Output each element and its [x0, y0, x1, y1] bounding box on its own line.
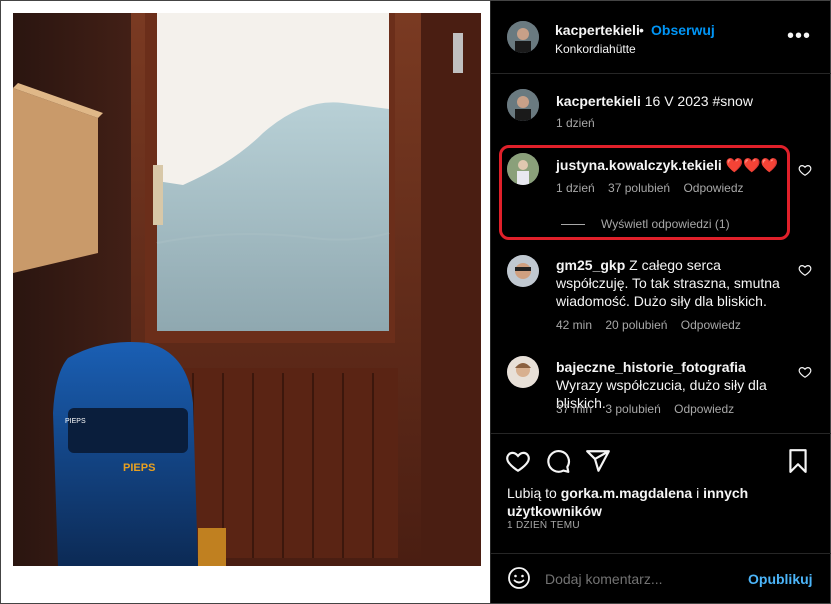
comment-composer: Opublikuj — [491, 553, 831, 603]
comment-username[interactable]: gm25_gkp — [556, 257, 625, 273]
comment-likes[interactable]: 3 polubień — [605, 402, 660, 416]
separator-dot: • — [639, 22, 644, 38]
heart-icon[interactable] — [798, 365, 812, 379]
comment-likes[interactable]: 37 polubień — [608, 181, 670, 195]
heart-icon[interactable] — [798, 163, 812, 177]
more-options-icon[interactable]: ••• — [787, 25, 811, 48]
likes-summary: Lubią to gorka.m.magdalena i innych użyt… — [507, 484, 807, 520]
comment-body: ❤️❤️❤️ — [725, 157, 778, 173]
post-photo-illustration: PIEPS PIEPS — [13, 13, 481, 566]
comment-text: gm25_gkp Z całego serca współczuję. To t… — [556, 256, 791, 310]
likes-prefix: Lubią to — [507, 485, 561, 501]
comment-avatar-image — [507, 356, 539, 388]
reply-button[interactable]: Odpowiedz — [683, 181, 743, 195]
comment-meta: 1 dzień 37 polubień Odpowiedz — [556, 181, 754, 195]
emoji-icon[interactable] — [507, 566, 531, 590]
photo-panel: PIEPS PIEPS — [1, 1, 490, 603]
post-location[interactable]: Konkordiahütte — [555, 42, 636, 56]
author-avatar-image — [507, 21, 539, 53]
caption-avatar[interactable] — [507, 89, 539, 121]
comment-icon[interactable] — [545, 448, 571, 474]
post-header: kacpertekieli • Obserwuj Konkordiahütte … — [491, 1, 831, 74]
post-photo[interactable]: PIEPS PIEPS — [13, 13, 481, 566]
view-replies-line — [561, 224, 585, 226]
follow-button[interactable]: Obserwuj — [651, 22, 715, 38]
comment-time[interactable]: 42 min — [556, 318, 592, 332]
comment-avatar-image — [507, 255, 539, 287]
liker-username[interactable]: gorka.m.magdalena — [561, 485, 693, 501]
view-replies-label: Wyświetl odpowiedzi (1) — [601, 217, 730, 231]
comment-meta: 42 min 20 polubień Odpowiedz — [556, 318, 751, 332]
caption-time[interactable]: 1 dzień — [556, 116, 595, 130]
likes-middle: i — [692, 485, 704, 501]
caption-text: kacpertekieli 16 V 2023 #snow — [556, 92, 791, 110]
caption-avatar-image — [507, 89, 539, 121]
caption-body: 16 V 2023 #snow — [644, 93, 753, 109]
comment-avatar[interactable] — [507, 356, 539, 388]
share-icon[interactable] — [585, 448, 611, 474]
comment-avatar[interactable] — [507, 255, 539, 287]
caption-meta: 1 dzień — [556, 116, 605, 130]
caption-username[interactable]: kacpertekieli — [556, 93, 641, 109]
author-avatar[interactable] — [507, 21, 539, 53]
svg-text:PIEPS: PIEPS — [65, 418, 86, 425]
comment-avatar[interactable] — [507, 153, 539, 185]
comment-username[interactable]: bajeczne_historie_fotografia — [556, 359, 746, 375]
reply-button[interactable]: Odpowiedz — [681, 318, 741, 332]
publish-button[interactable]: Opublikuj — [748, 571, 813, 587]
comment-avatar-image — [507, 153, 539, 185]
comment-likes[interactable]: 20 polubień — [605, 318, 667, 332]
heart-icon[interactable] — [798, 263, 812, 277]
like-icon[interactable] — [505, 448, 531, 474]
comment-username[interactable]: justyna.kowalczyk.tekieli — [556, 157, 722, 173]
post-actions: Lubią to gorka.m.magdalena i innych użyt… — [491, 433, 831, 553]
svg-text:PIEPS: PIEPS — [123, 462, 155, 474]
view-replies-button[interactable]: Wyświetl odpowiedzi (1) — [561, 217, 730, 231]
bookmark-icon[interactable] — [785, 448, 811, 474]
comment-text: justyna.kowalczyk.tekieli ❤️❤️❤️ — [556, 156, 791, 174]
author-username[interactable]: kacpertekieli — [555, 22, 640, 38]
reply-button[interactable]: Odpowiedz — [674, 402, 734, 416]
comment-time[interactable]: 37 min — [556, 402, 592, 416]
comment-input[interactable] — [545, 568, 745, 590]
comment-meta: 37 min 3 polubień Odpowiedz — [556, 402, 744, 416]
post-date[interactable]: 1 DZIEŃ TEMU — [507, 520, 580, 531]
post-sidebar: kacpertekieli • Obserwuj Konkordiahütte … — [490, 1, 831, 603]
comment-time[interactable]: 1 dzień — [556, 181, 595, 195]
